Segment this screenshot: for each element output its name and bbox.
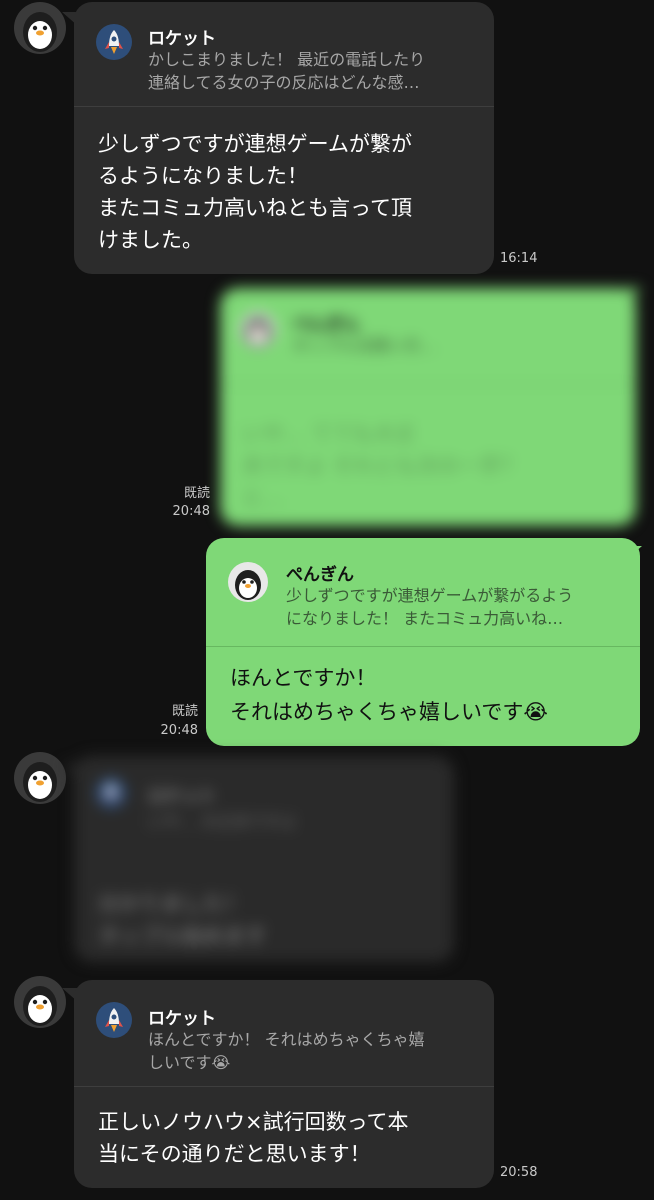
message-text-line: またコミュ力高いねとも言って頂 bbox=[98, 196, 412, 220]
quote-sender-name: ロケット bbox=[148, 1009, 216, 1029]
message-text-line: 当にその通りだと思います！ bbox=[98, 1142, 371, 1166]
message-bubble-incoming[interactable]: ロケット いや… 大丈夫ですよ 分かりました！ タップル始めます bbox=[74, 756, 454, 962]
message-time: 16:14 bbox=[500, 251, 538, 266]
penguin-icon bbox=[23, 986, 57, 1026]
penguin-icon bbox=[246, 319, 270, 347]
message-text-line: と… bbox=[242, 486, 284, 510]
message-text-line: 正しいノウハウ×試行回数って本 bbox=[98, 1110, 409, 1134]
message-text-line: けました。 bbox=[98, 228, 203, 252]
quote-sender-name: ロケット bbox=[148, 787, 216, 807]
read-receipt: 既読 bbox=[171, 704, 198, 719]
quote-text: しいです bbox=[148, 1053, 212, 1072]
crying-emoji: 😭 bbox=[211, 1053, 231, 1072]
blurred-message-outgoing: ぺんぎん タップル法使い方… いや… てても大丈 夫ですよ それとも次の一手？ … bbox=[196, 280, 654, 542]
quote-text-line: しいです😭 bbox=[148, 1051, 230, 1074]
penguin-icon bbox=[23, 12, 57, 52]
message-text-line: いや… てても大丈 bbox=[242, 422, 416, 446]
message-bubble-outgoing[interactable]: ぺんぎん 少しずつですが連想ゲームが繋がるよう になりました！ またコミュ力高い… bbox=[206, 538, 640, 746]
penguin-icon bbox=[235, 570, 261, 600]
crying-emoji: 😭 bbox=[523, 700, 548, 724]
quote-sender-name: ぺんぎん bbox=[286, 565, 354, 585]
message-bubble-incoming[interactable]: ロケット ほんとですか！ それはめちゃくちゃ嬉 しいです😭 正しいノウハウ×試行… bbox=[74, 980, 494, 1188]
quote-sender-name: ロケット bbox=[148, 29, 216, 49]
quote-text-line: になりました！ またコミュ力高いね… bbox=[286, 609, 564, 628]
message-bubble-incoming[interactable]: ロケット かしこまりました！ 最近の電話したり 連絡してる女の子の反応はどんな感… bbox=[74, 2, 494, 274]
message-text-line: 夫ですよ それとも次の一手？ bbox=[242, 454, 522, 478]
rocket-icon bbox=[105, 1008, 123, 1032]
quote-avatar bbox=[96, 778, 126, 808]
message-text-line: タップル始めます bbox=[98, 924, 266, 948]
quote-divider bbox=[74, 106, 494, 107]
sender-avatar[interactable] bbox=[14, 2, 66, 54]
quote-avatar bbox=[228, 562, 268, 602]
quote-divider bbox=[206, 646, 640, 647]
quote-avatar bbox=[240, 312, 276, 348]
quote-divider bbox=[74, 1086, 494, 1087]
quote-text-line: いや… 大丈夫ですよ bbox=[148, 812, 298, 831]
quote-avatar bbox=[96, 24, 132, 60]
quote-text-line: ほんとですか！ それはめちゃくちゃ嬉 bbox=[148, 1030, 425, 1049]
blurred-message-incoming: ロケット いや… 大丈夫ですよ 分かりました！ タップル始めます bbox=[0, 752, 470, 970]
message-text-line: 分かりました！ bbox=[98, 892, 245, 916]
quote-divider bbox=[220, 384, 636, 385]
sender-avatar[interactable] bbox=[14, 976, 66, 1028]
message-text-line: それはめちゃくちゃ嬉しいです😭 bbox=[230, 696, 548, 728]
message-text: それはめちゃくちゃ嬉しいです bbox=[230, 700, 524, 724]
message-text-line: 少しずつですが連想ゲームが繋が bbox=[98, 132, 412, 156]
message-time: 20:58 bbox=[500, 1165, 538, 1180]
quote-text-line: かしこまりました！ 最近の電話したり bbox=[148, 50, 426, 69]
rocket-icon bbox=[105, 30, 123, 54]
quote-text-line: 少しずつですが連想ゲームが繋がるよう bbox=[286, 586, 574, 605]
quote-sender-name: ぺんぎん bbox=[292, 315, 360, 335]
message-text-line: るようになりました！ bbox=[98, 164, 308, 188]
quote-text-line: 連絡してる女の子の反応はどんな感… bbox=[148, 73, 420, 92]
quote-text-line: タップル法使い方… bbox=[292, 336, 437, 355]
rocket-icon bbox=[103, 783, 119, 799]
message-bubble-outgoing[interactable]: ぺんぎん タップル法使い方… いや… てても大丈 夫ですよ それとも次の一手？ … bbox=[220, 288, 636, 526]
message-time: 20:48 bbox=[160, 723, 198, 738]
quote-avatar bbox=[96, 1002, 132, 1038]
message-text-line: ほんとですか！ bbox=[230, 666, 377, 690]
